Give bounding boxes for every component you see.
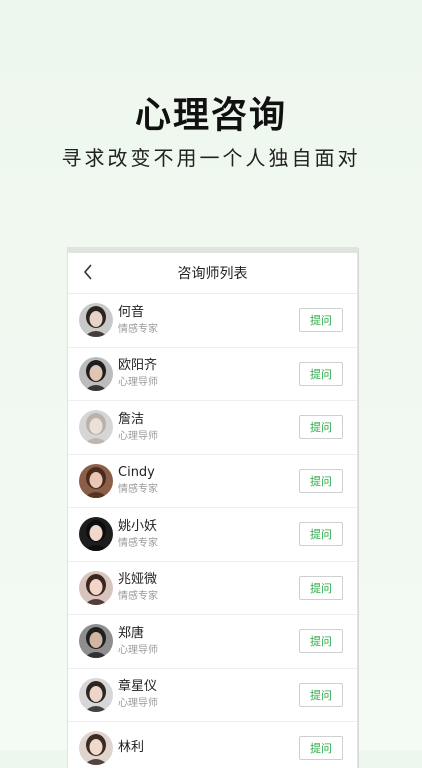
ask-button[interactable]: 提问 — [299, 522, 343, 546]
counselor-info: 兆娅微 情感专家 — [118, 571, 158, 604]
avatar — [79, 517, 113, 552]
counselor-info: 何音 情感专家 — [118, 304, 158, 337]
ask-button[interactable]: 提问 — [299, 736, 343, 760]
counselor-info: 林利 — [118, 739, 144, 758]
ask-button[interactable]: 提问 — [299, 575, 343, 600]
counselor-title: 情感专家 — [118, 484, 158, 496]
avatar — [79, 410, 113, 445]
counselor-row[interactable]: 欧阳齐心理导师 提问 — [68, 348, 357, 401]
counselor-name: 林利 — [118, 739, 145, 755]
ask-button[interactable]: 提问 — [299, 308, 343, 332]
counselor-name: 何音 — [118, 304, 145, 320]
chevron-left-icon — [83, 264, 92, 280]
counselor-row[interactable]: 詹洁心理导师 提问 — [68, 401, 357, 455]
counselor-name: 兆娅微 — [118, 572, 158, 588]
nav-bar: 咨询师列表 — [68, 253, 357, 294]
ask-button[interactable]: 提问 — [299, 682, 343, 707]
back-button[interactable] — [78, 259, 98, 285]
nav-title: 咨询师列表 — [177, 266, 248, 282]
counselor-row[interactable]: Cindy 情感专家 提问 — [68, 455, 357, 508]
counselor-info: 姚小妖 情感专家 — [118, 518, 158, 551]
counselor-title: 心理导师 — [118, 644, 158, 656]
avatar — [79, 624, 113, 659]
avatar — [79, 463, 113, 498]
avatar — [79, 731, 113, 766]
phone-screen: 咨询师列表 何音 情感专家 提问 欧阳齐 心理导师 提问 詹洁 心理导师 提问 Cindy 情感专家… — [68, 248, 357, 768]
counselor-row[interactable]: 林利 提问 — [68, 722, 357, 768]
counselor-title: 心理导师 — [118, 377, 158, 389]
counselor-info: 章星仪 心理导师 — [118, 678, 158, 711]
counselor-row[interactable]: 何音情感专家 提问 — [68, 294, 357, 348]
avatar — [79, 303, 113, 338]
hero-subtitle: 寻求改变不用一个人独自面对 — [61, 146, 361, 170]
counselor-name: Cindy — [118, 465, 155, 481]
counselor-row[interactable]: 兆娅微情感专家 提问 — [68, 562, 357, 615]
ask-button[interactable]: 提问 — [299, 468, 343, 493]
counselor-list: 何音 情感专家 提问 欧阳齐 心理导师 提问 詹洁 心理导师 提问 Cindy 情感专家 提问 姚小妖情… — [68, 294, 357, 768]
counselor-title: 心理导师 — [118, 698, 158, 710]
avatar — [79, 570, 113, 605]
counselor-row[interactable]: 姚小妖情感专家 提问 — [68, 508, 357, 562]
hero-title: 心理咨询 — [134, 95, 287, 136]
counselor-name: 欧阳齐 — [118, 358, 158, 374]
counselor-title: 情感专家 — [118, 537, 158, 549]
counselor-title: 情感专家 — [118, 323, 158, 335]
ask-button[interactable]: 提问 — [299, 361, 343, 386]
ask-button[interactable]: 提问 — [299, 629, 343, 653]
counselor-info: 郑唐 心理导师 — [118, 625, 158, 658]
avatar — [79, 356, 113, 391]
avatar — [79, 677, 113, 712]
counselor-name: 詹洁 — [118, 411, 145, 427]
counselor-title: 情感专家 — [118, 591, 158, 603]
counselor-row[interactable]: 郑唐心理导师 提问 — [68, 615, 357, 669]
counselor-name: 章星仪 — [118, 679, 158, 695]
ask-button[interactable]: 提问 — [299, 415, 343, 439]
counselor-info: 詹洁 心理导师 — [118, 411, 158, 444]
counselor-name: 姚小妖 — [118, 518, 158, 534]
counselor-info: Cindy 情感专家 — [118, 464, 158, 497]
counselor-row[interactable]: 章星仪心理导师 提问 — [68, 669, 357, 722]
counselor-name: 郑唐 — [118, 625, 145, 641]
counselor-info: 欧阳齐 心理导师 — [118, 357, 158, 390]
counselor-title: 心理导师 — [118, 430, 158, 442]
